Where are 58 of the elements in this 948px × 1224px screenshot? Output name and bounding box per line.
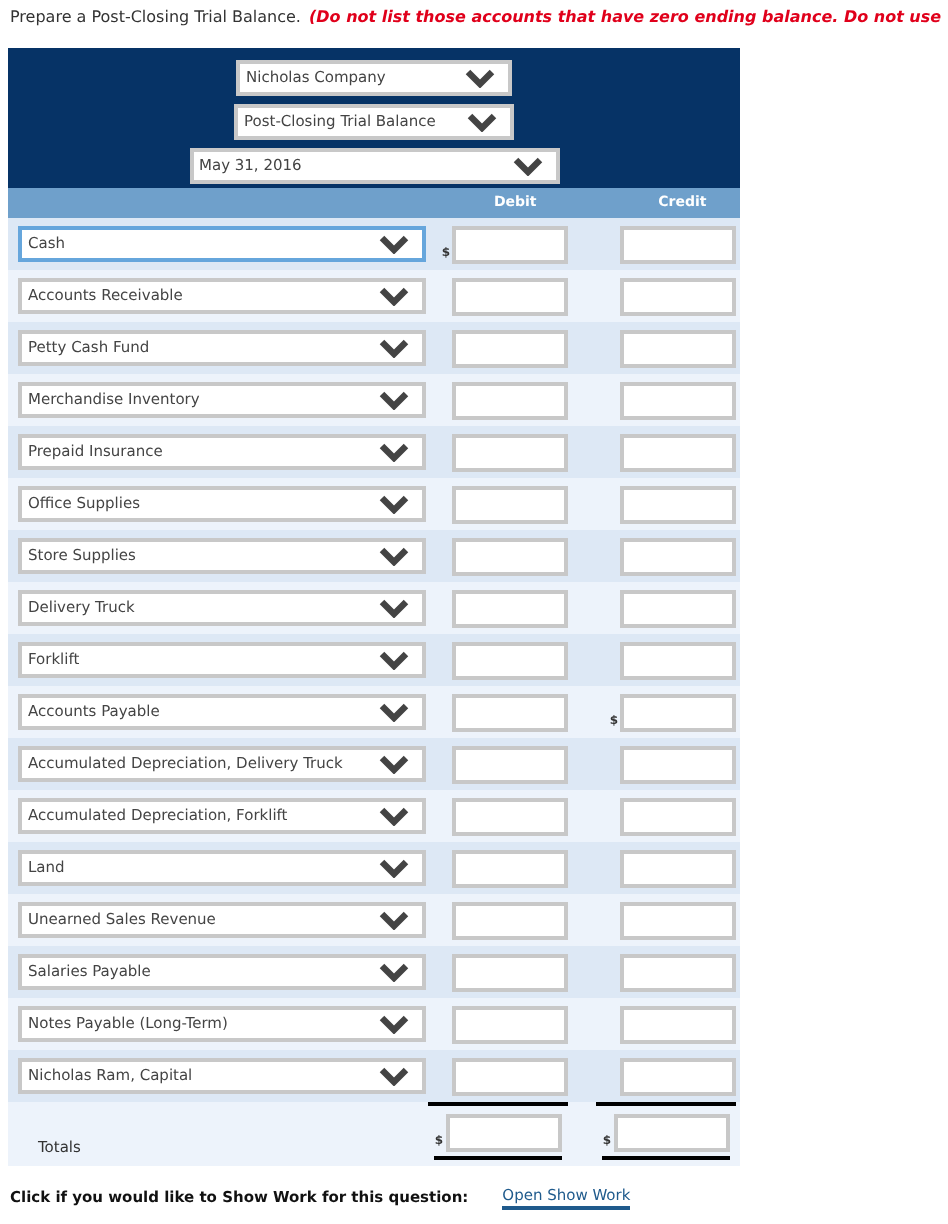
amount-input[interactable] bbox=[620, 901, 736, 939]
chevron-down-icon bbox=[378, 338, 410, 358]
chevron-down-icon bbox=[378, 1066, 410, 1086]
chevron-down-icon bbox=[378, 494, 410, 514]
amount-input[interactable] bbox=[620, 797, 736, 835]
amount-input[interactable] bbox=[620, 745, 736, 783]
amount-input[interactable] bbox=[620, 849, 736, 887]
total-input[interactable] bbox=[445, 1113, 562, 1151]
chevron-down-icon bbox=[464, 68, 496, 88]
amount-input[interactable] bbox=[452, 277, 568, 315]
amount-input[interactable] bbox=[452, 537, 568, 575]
chevron-down-icon bbox=[378, 390, 410, 410]
chevron-down-icon bbox=[378, 442, 410, 462]
amount-input[interactable] bbox=[452, 381, 568, 419]
amount-input[interactable] bbox=[452, 485, 568, 523]
amount-input[interactable] bbox=[452, 589, 568, 627]
amount-input[interactable] bbox=[452, 225, 568, 263]
instruction-text: Prepare a Post-Closing Trial Balance. bbox=[10, 6, 301, 30]
amount-input[interactable] bbox=[452, 797, 568, 835]
amount-input[interactable] bbox=[452, 1005, 568, 1043]
amount-input[interactable] bbox=[620, 277, 736, 315]
chevron-down-icon bbox=[378, 546, 410, 566]
amount-input[interactable] bbox=[620, 225, 736, 263]
chevron-down-icon bbox=[378, 598, 410, 618]
amount-input[interactable] bbox=[452, 329, 568, 367]
chevron-down-icon bbox=[378, 650, 410, 670]
chevron-down-icon bbox=[378, 702, 410, 722]
amount-input[interactable] bbox=[452, 953, 568, 991]
amount-input[interactable] bbox=[620, 537, 736, 575]
amount-input[interactable] bbox=[620, 485, 736, 523]
chevron-down-icon bbox=[378, 234, 410, 254]
amount-input[interactable] bbox=[452, 745, 568, 783]
amount-input[interactable] bbox=[620, 1057, 736, 1095]
amount-input[interactable] bbox=[620, 433, 736, 471]
amount-input[interactable] bbox=[452, 849, 568, 887]
amount-input[interactable] bbox=[620, 953, 736, 991]
chevron-down-icon bbox=[378, 286, 410, 306]
amount-input[interactable] bbox=[452, 433, 568, 471]
amount-input[interactable] bbox=[452, 901, 568, 939]
amount-input[interactable] bbox=[620, 381, 736, 419]
instruction-note: (Do not list those accounts that have zero ending balance. Do not use bbox=[308, 6, 942, 30]
amount-input[interactable] bbox=[452, 693, 568, 731]
amount-input[interactable] bbox=[620, 1005, 736, 1043]
chevron-down-icon bbox=[378, 806, 410, 826]
amount-input[interactable] bbox=[452, 1057, 568, 1095]
amount-input[interactable] bbox=[452, 641, 568, 679]
chevron-down-icon bbox=[378, 910, 410, 930]
chevron-down-icon bbox=[378, 858, 410, 878]
amount-input[interactable] bbox=[620, 641, 736, 679]
amount-input[interactable] bbox=[620, 589, 736, 627]
chevron-down-icon bbox=[466, 112, 498, 132]
total-input[interactable] bbox=[613, 1113, 730, 1151]
amount-input[interactable] bbox=[620, 693, 736, 731]
chevron-down-icon bbox=[511, 156, 543, 176]
chevron-down-icon bbox=[378, 754, 410, 774]
chevron-down-icon bbox=[378, 1014, 410, 1034]
amount-input[interactable] bbox=[620, 329, 736, 367]
chevron-down-icon bbox=[378, 962, 410, 982]
